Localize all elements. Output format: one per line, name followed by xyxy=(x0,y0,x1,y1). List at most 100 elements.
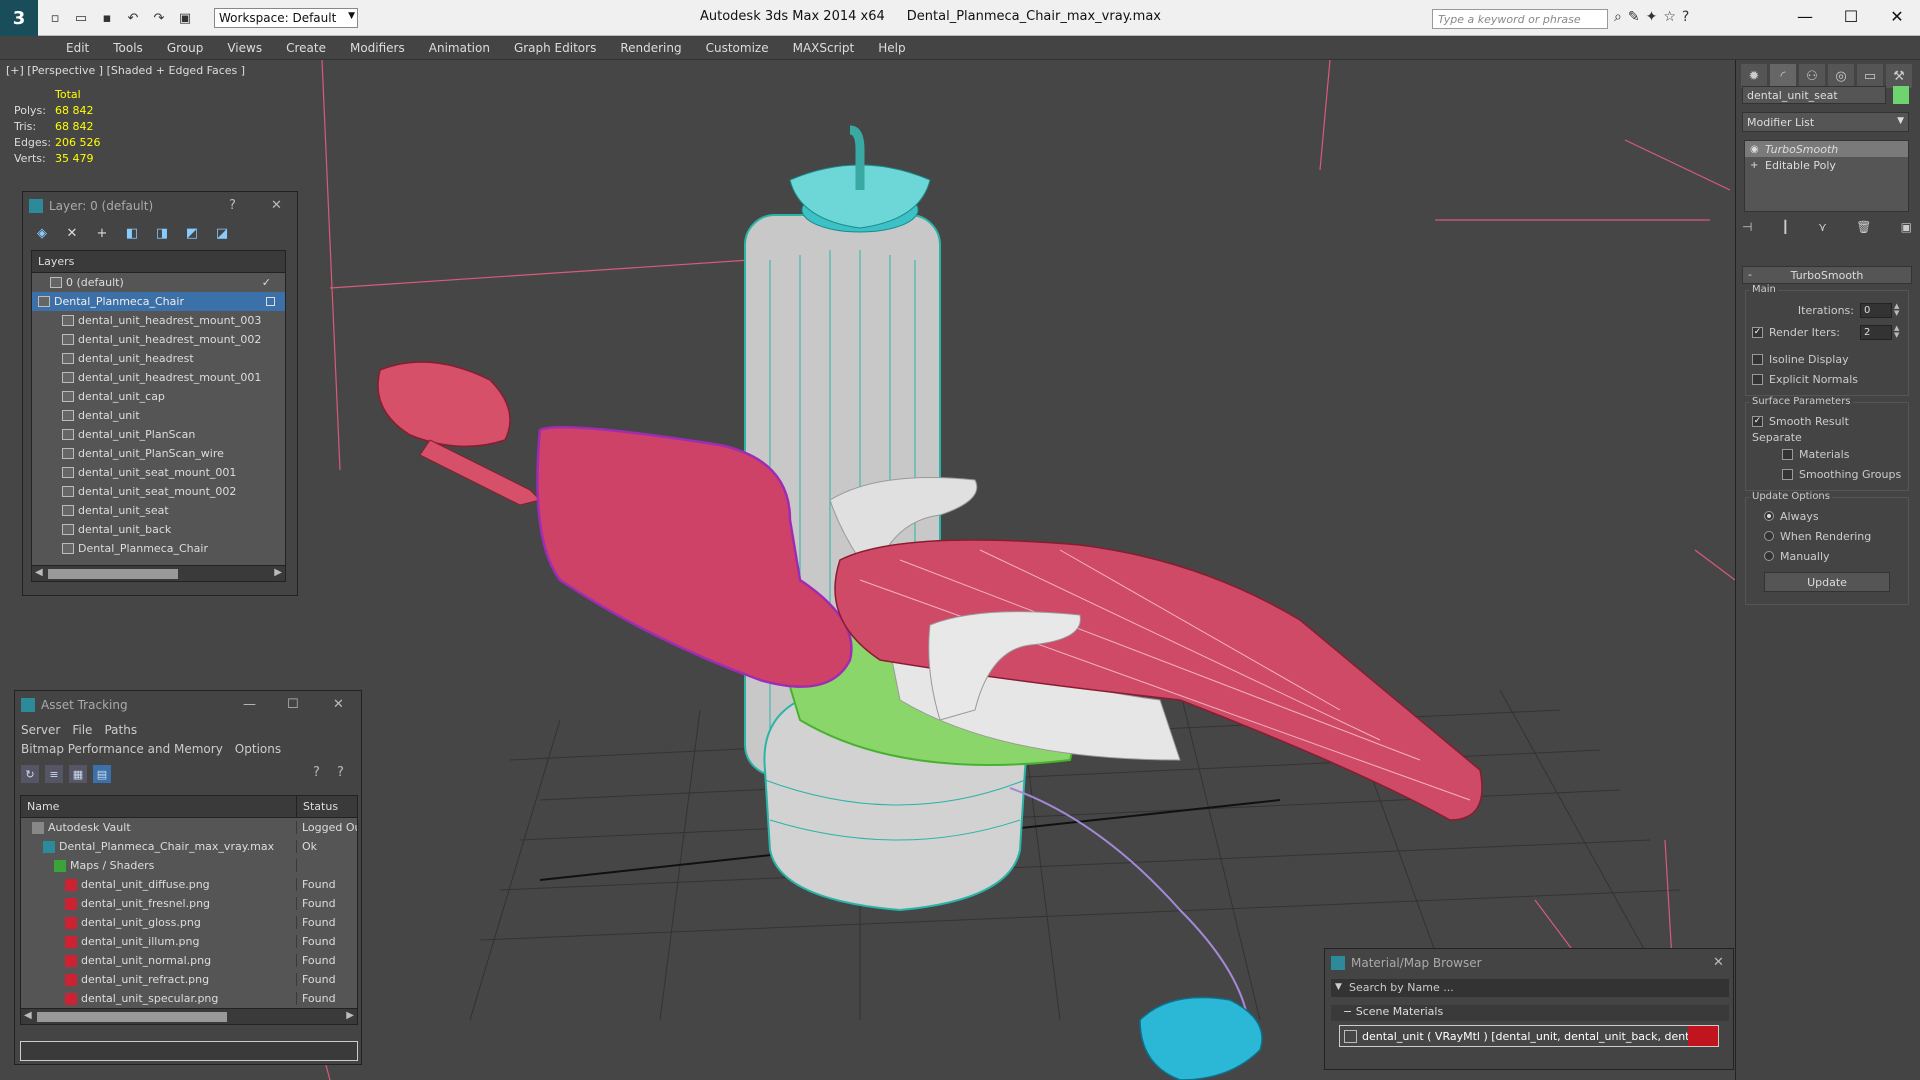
asset-menu-options[interactable]: Options xyxy=(235,740,281,759)
thumbnail-view-icon[interactable]: ▦ xyxy=(69,765,87,783)
app-menu-button[interactable]: 3 xyxy=(0,0,38,36)
asset-path-input[interactable] xyxy=(20,1041,358,1061)
asset-row[interactable]: dental_unit_specular.png Found xyxy=(21,989,357,1008)
maximize-icon[interactable]: ☐ xyxy=(287,697,299,712)
scroll-right-icon[interactable]: ▶ xyxy=(346,1010,354,1021)
turbosmooth-rollout-header[interactable]: - TurboSmooth xyxy=(1742,266,1912,284)
display-tab-icon[interactable]: ▭ xyxy=(1857,64,1883,88)
set-current-layer-icon[interactable] xyxy=(266,297,275,306)
subscription-icon[interactable]: ✎ xyxy=(1628,9,1640,25)
expand-icon[interactable]: + xyxy=(1750,160,1758,171)
layer-row[interactable]: dental_unit_seat_mount_001 xyxy=(32,463,285,482)
isoline-checkbox[interactable] xyxy=(1752,353,1763,365)
scroll-left-icon[interactable]: ◀ xyxy=(35,567,43,578)
menu-rendering[interactable]: Rendering xyxy=(608,36,693,59)
asset-row[interactable]: Dental_Planmeca_Chair_max_vray.max Ok xyxy=(21,837,357,856)
status-column-header[interactable]: Status xyxy=(297,796,344,817)
iterations-spinner[interactable]: 0 xyxy=(1860,302,1892,318)
select-in-layer-icon[interactable]: ◧ xyxy=(123,224,141,242)
search-input[interactable]: Type a keyword or phrase xyxy=(1432,9,1608,29)
asset-menu-file[interactable]: File xyxy=(72,721,92,740)
menu-help[interactable]: Help xyxy=(866,36,917,59)
help-icon[interactable]: ? xyxy=(313,765,320,780)
material-search-input[interactable]: ▼ Search by Name ... xyxy=(1331,979,1729,997)
layer-row[interactable]: Dental_Planmeca_Chair xyxy=(32,539,285,558)
remove-modifier-icon[interactable]: 🗑 xyxy=(1856,220,1871,234)
asset-menu-paths[interactable]: Paths xyxy=(104,721,137,740)
scroll-right-icon[interactable]: ▶ xyxy=(274,567,282,578)
show-end-result-icon[interactable]: ┃ xyxy=(1782,220,1789,234)
menu-views[interactable]: Views xyxy=(215,36,274,59)
layer-row[interactable]: dental_unit_headrest_mount_002 xyxy=(32,330,285,349)
layer-row[interactable]: 0 (default) ✓ xyxy=(32,273,285,292)
scroll-thumb[interactable] xyxy=(48,569,178,579)
redo-icon[interactable]: ↷ xyxy=(148,8,170,28)
asset-row[interactable]: Maps / Shaders xyxy=(21,856,357,875)
motion-tab-icon[interactable]: ◎ xyxy=(1828,64,1854,88)
viewport-label[interactable]: [+] [Perspective ] [Shaded + Edged Faces… xyxy=(6,64,245,77)
scene-materials-section[interactable]: − Scene Materials xyxy=(1331,1005,1729,1021)
maximize-icon[interactable]: ☐ xyxy=(1828,0,1874,32)
hierarchy-tab-icon[interactable]: ⚇ xyxy=(1799,64,1825,88)
menu-customize[interactable]: Customize xyxy=(694,36,781,59)
layer-row[interactable]: dental_unit_headrest_mount_001 xyxy=(32,368,285,387)
options-triangle-icon[interactable]: ▼ xyxy=(1335,982,1342,992)
horizontal-scrollbar[interactable]: ◀ ▶ xyxy=(32,565,285,581)
object-name-input[interactable]: dental_unit_seat xyxy=(1742,86,1886,104)
layer-row[interactable]: dental_unit_headrest xyxy=(32,349,285,368)
horizontal-scrollbar[interactable]: ◀ ▶ xyxy=(21,1008,357,1024)
delete-layer-icon[interactable]: ✕ xyxy=(63,224,81,242)
layer-row[interactable]: Dental_Planmeca_Chair xyxy=(32,292,285,311)
help-button[interactable]: ? xyxy=(229,198,236,213)
explicit-normals-checkbox[interactable] xyxy=(1752,373,1763,385)
manually-radio[interactable] xyxy=(1764,551,1774,561)
stack-item-editable-poly[interactable]: + Editable Poly xyxy=(1745,157,1908,173)
material-browser-titlebar[interactable]: Material/Map Browser ✕ xyxy=(1325,949,1733,977)
close-icon[interactable]: ✕ xyxy=(1874,0,1920,32)
when-rendering-radio[interactable] xyxy=(1764,531,1774,541)
table-view-icon[interactable]: ▤ xyxy=(93,765,111,783)
modify-tab-icon[interactable]: ◜ xyxy=(1770,64,1796,88)
material-item[interactable]: dental_unit ( VRayMtl ) [dental_unit, de… xyxy=(1339,1025,1719,1047)
refresh-icon[interactable]: ↻ xyxy=(21,765,39,783)
pin-stack-icon[interactable]: ⊣ xyxy=(1742,220,1752,234)
hide-layers-icon[interactable]: ◩ xyxy=(183,224,201,242)
asset-row[interactable]: dental_unit_gloss.png Found xyxy=(21,913,357,932)
scroll-thumb[interactable] xyxy=(37,1012,227,1022)
close-icon[interactable]: ✕ xyxy=(271,198,282,213)
communication-icon[interactable]: ✦ xyxy=(1646,9,1658,25)
name-column-header[interactable]: Name xyxy=(21,796,297,817)
help-tooltip-icon[interactable]: ? xyxy=(337,765,344,780)
create-tab-icon[interactable]: ✹ xyxy=(1741,64,1767,88)
utilities-tab-icon[interactable]: ⚒ xyxy=(1886,64,1912,88)
menu-animation[interactable]: Animation xyxy=(417,36,502,59)
layer-row[interactable]: dental_unit_PlanScan xyxy=(32,425,285,444)
asset-row[interactable]: dental_unit_fresnel.png Found xyxy=(21,894,357,913)
asset-row[interactable]: dental_unit_diffuse.png Found xyxy=(21,875,357,894)
asset-row[interactable]: dental_unit_normal.png Found xyxy=(21,951,357,970)
render-iters-spinner[interactable]: 2 xyxy=(1860,324,1892,340)
update-button[interactable]: Update xyxy=(1764,572,1890,592)
close-icon[interactable]: ✕ xyxy=(333,697,344,712)
render-iters-checkbox[interactable]: ✓ xyxy=(1752,326,1763,338)
make-unique-icon[interactable]: ⋎ xyxy=(1818,220,1827,234)
favorites-star-icon[interactable]: ☆ xyxy=(1663,9,1676,25)
asset-row[interactable]: Autodesk Vault Logged Ou xyxy=(21,818,357,837)
spinner-arrows-icon[interactable]: ▲ ▼ xyxy=(1894,325,1902,339)
layer-row[interactable]: dental_unit_seat_mount_002 xyxy=(32,482,285,501)
smoothing-groups-checkbox[interactable] xyxy=(1782,468,1793,480)
asset-panel-titlebar[interactable]: Asset Tracking — ☐ ✕ xyxy=(15,691,361,719)
save-icon[interactable]: ▪ xyxy=(96,8,118,28)
scroll-left-icon[interactable]: ◀ xyxy=(24,1010,32,1021)
workspace-dropdown[interactable]: Workspace: Default ▼ xyxy=(214,8,358,28)
always-radio[interactable] xyxy=(1764,511,1774,521)
lightbulb-icon[interactable]: ◉ xyxy=(1750,144,1759,155)
current-layer-check-icon[interactable]: ✓ xyxy=(262,276,271,289)
layer-row[interactable]: dental_unit_headrest_mount_003 xyxy=(32,311,285,330)
menu-modifiers[interactable]: Modifiers xyxy=(338,36,417,59)
binoculars-icon[interactable]: ⌕ xyxy=(1614,9,1622,25)
asset-row[interactable]: dental_unit_illum.png Found xyxy=(21,932,357,951)
stack-item-turbosmooth[interactable]: ◉ TurboSmooth xyxy=(1745,141,1908,157)
modifier-list-dropdown[interactable]: Modifier List ▼ xyxy=(1742,112,1909,132)
asset-menu-bitmap[interactable]: Bitmap Performance and Memory xyxy=(21,740,223,759)
